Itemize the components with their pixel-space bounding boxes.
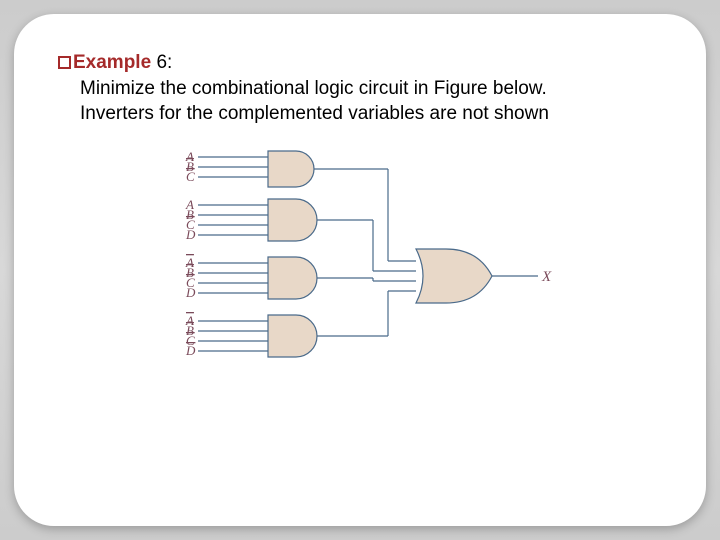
slide-card: Example 6: Minimize the combinational lo… xyxy=(14,14,706,526)
heading-line: Example 6: xyxy=(58,50,662,76)
g2-in-D: D xyxy=(185,227,196,242)
example-number: 6: xyxy=(156,52,172,73)
bullet-square-icon xyxy=(58,56,71,69)
example-label: Example xyxy=(73,52,151,73)
problem-statement: Minimize the combinational logic circuit… xyxy=(80,76,620,127)
g1-in-Cbar: C xyxy=(186,169,195,184)
g3-in-D: D xyxy=(185,285,196,300)
output-label: X xyxy=(541,269,552,285)
logic-circuit-diagram: A B C A B C D A B C D A B C D X xyxy=(178,145,558,405)
g4-in-Dbar: D xyxy=(185,343,196,358)
